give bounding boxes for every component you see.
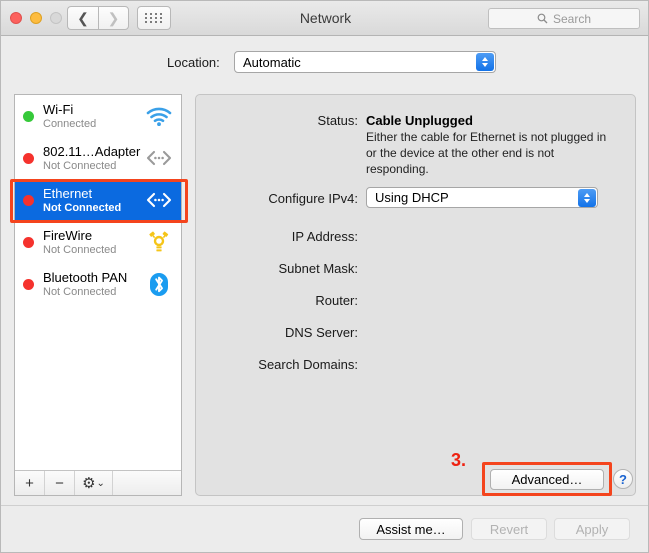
service-text: Wi-FiConnected: [43, 102, 144, 131]
plus-icon: +: [25, 475, 34, 492]
detail-field-label: Subnet Mask:: [196, 261, 358, 276]
status-dot-red: [23, 153, 34, 164]
sidebar-item-ethernet[interactable]: EthernetNot Connected: [15, 179, 181, 221]
configure-ipv4-stepper-icon[interactable]: [578, 189, 596, 207]
detail-field-label: Router:: [196, 293, 358, 308]
status-dot-red: [23, 279, 34, 290]
service-status: Not Connected: [43, 159, 144, 173]
remove-service-button[interactable]: −: [45, 471, 75, 495]
sidebar-item-bluetooth-pan[interactable]: Bluetooth PANNot Connected: [15, 263, 181, 305]
search-icon: [537, 13, 548, 24]
chevron-down-icon: ⌄: [97, 478, 105, 489]
status-value: Cable Unplugged: [366, 113, 473, 128]
service-name: Bluetooth PAN: [43, 270, 144, 285]
window-bottom-bar: Assist me… Revert Apply: [1, 505, 649, 552]
detail-field-label: DNS Server:: [196, 325, 358, 340]
bluetooth-icon: [144, 272, 174, 297]
wifi-icon: [144, 107, 174, 126]
service-name: FireWire: [43, 228, 144, 243]
sidebar-item-802-11-adapter[interactable]: 802.11…AdapterNot Connected: [15, 137, 181, 179]
service-status: Connected: [43, 117, 144, 131]
sidebar-item-firewire[interactable]: FireWireNot Connected: [15, 221, 181, 263]
service-name: Ethernet: [43, 186, 144, 201]
network-services-sidebar: Wi-FiConnected802.11…AdapterNot Connecte…: [14, 94, 182, 496]
location-selected-value: Automatic: [243, 55, 301, 70]
location-stepper-icon[interactable]: [476, 53, 494, 71]
detail-field-label: IP Address:: [196, 229, 358, 244]
window-titlebar: ❮ ❯ Network Search: [1, 1, 649, 36]
apply-button[interactable]: Apply: [554, 518, 630, 540]
status-dot-green: [23, 111, 34, 122]
status-label: Status:: [196, 113, 358, 128]
location-label: Location:: [167, 55, 220, 70]
ethernet-chevron-icon: [144, 191, 174, 209]
service-name: 802.11…Adapter: [43, 144, 144, 159]
status-dot-red: [23, 195, 34, 206]
revert-button[interactable]: Revert: [471, 518, 547, 540]
assist-me-button[interactable]: Assist me…: [359, 518, 463, 540]
toolbar-filler: [113, 471, 181, 495]
status-dot-red: [23, 237, 34, 248]
advanced-button[interactable]: Advanced…: [490, 469, 604, 490]
configure-ipv4-label: Configure IPv4:: [196, 191, 358, 206]
network-services-list: Wi-FiConnected802.11…AdapterNot Connecte…: [15, 95, 181, 471]
add-service-button[interactable]: +: [15, 471, 45, 495]
service-detail-panel: Status: Cable Unplugged Either the cable…: [195, 94, 636, 496]
service-text: FireWireNot Connected: [43, 228, 144, 257]
step-marker-3: 3.: [451, 450, 466, 471]
firewire-icon: [144, 230, 174, 254]
search-placeholder-text: Search: [553, 12, 591, 26]
service-status: Not Connected: [43, 243, 144, 257]
minus-icon: −: [55, 475, 64, 492]
ethernet-chevron-icon: [144, 149, 174, 167]
service-text: 802.11…AdapterNot Connected: [43, 144, 144, 173]
configure-ipv4-select[interactable]: Using DHCP: [366, 187, 598, 208]
service-text: Bluetooth PANNot Connected: [43, 270, 144, 299]
service-actions-button[interactable]: ⚙ ⌄: [75, 471, 113, 495]
search-input[interactable]: Search: [488, 8, 640, 29]
sidebar-item-wi-fi[interactable]: Wi-FiConnected: [15, 95, 181, 137]
location-select[interactable]: Automatic: [234, 51, 496, 73]
gear-icon: ⚙: [82, 474, 95, 492]
service-name: Wi-Fi: [43, 102, 144, 117]
network-preferences-window: ❮ ❯ Network Search Location: Automatic: [0, 0, 649, 553]
service-status: Not Connected: [43, 285, 144, 299]
sidebar-toolbar: + − ⚙ ⌄: [15, 470, 181, 495]
detail-field-label: Search Domains:: [196, 357, 358, 372]
service-text: EthernetNot Connected: [43, 186, 144, 215]
service-status: Not Connected: [43, 201, 144, 215]
status-description: Either the cable for Ethernet is not plu…: [366, 129, 616, 177]
configure-ipv4-selected-value: Using DHCP: [375, 190, 449, 205]
help-button[interactable]: ?: [613, 469, 633, 489]
